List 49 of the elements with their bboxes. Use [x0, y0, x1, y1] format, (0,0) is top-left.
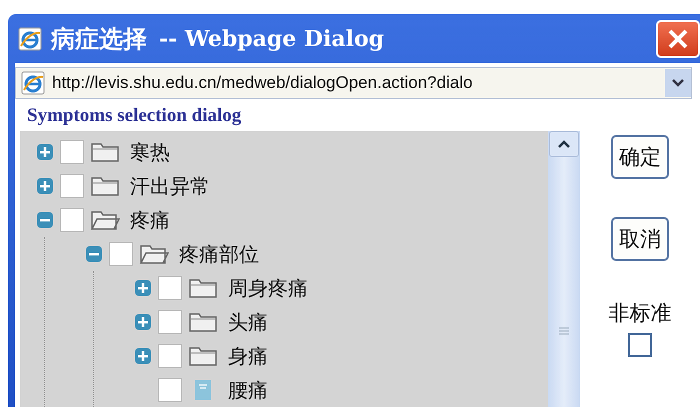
browser-icon [17, 26, 43, 52]
tree-item-label[interactable]: 周身疼痛 [228, 274, 308, 302]
url-text: http://levis.shu.edu.cn/medweb/dialogOpen.action?dialo [52, 73, 473, 93]
scrollbar[interactable] [548, 131, 580, 407]
scroll-up-button[interactable] [549, 131, 579, 157]
dialog-button[interactable]: 取消 [611, 217, 669, 261]
tree-item-label[interactable]: 疼痛 [130, 206, 170, 234]
folder-icon [90, 175, 120, 197]
tree-item-label[interactable]: 寒热 [130, 138, 170, 166]
nonstandard-label: 非标准 [608, 300, 672, 327]
checkbox[interactable] [158, 378, 182, 402]
checkbox[interactable] [109, 242, 133, 266]
dialog-button[interactable]: 确定 [611, 135, 669, 179]
page-icon [20, 70, 46, 96]
checkbox[interactable] [158, 276, 182, 300]
tree-item-label[interactable]: 身痛 [228, 342, 268, 370]
chevron-down-icon [671, 78, 685, 88]
chevron-up-icon [557, 139, 571, 149]
expand-icon[interactable] [134, 347, 152, 365]
checkbox[interactable] [158, 344, 182, 368]
checkbox[interactable] [60, 140, 84, 164]
tree-item-label[interactable]: 腰痛 [228, 376, 268, 404]
tree-item-label[interactable]: 头痛 [228, 308, 268, 336]
expand-icon[interactable] [134, 279, 152, 297]
window-title: 病症选择 [51, 24, 147, 54]
expand-icon[interactable] [36, 143, 54, 161]
checkbox[interactable] [158, 310, 182, 334]
address-bar[interactable]: http://levis.shu.edu.cn/medweb/dialogOpen.action?dialo [15, 67, 692, 99]
scroll-grip-icon [559, 327, 569, 337]
collapse-icon[interactable] [36, 211, 54, 229]
collapse-icon[interactable] [85, 245, 103, 263]
dropdown-button[interactable] [665, 69, 691, 97]
folder-icon [188, 311, 218, 333]
open-folder-icon [90, 209, 120, 231]
folder-icon [188, 345, 218, 367]
close-button[interactable] [656, 20, 700, 58]
folder-icon [90, 141, 120, 163]
expand-icon[interactable] [36, 177, 54, 195]
nonstandard-checkbox[interactable] [628, 333, 652, 357]
checkbox[interactable] [60, 174, 84, 198]
window-title-suffix: -- Webpage Dialog [159, 26, 384, 52]
dialog-heading: Symptoms selection dialog [27, 105, 242, 127]
tree-item-label[interactable]: 汗出异常 [130, 172, 210, 200]
expand-icon[interactable] [134, 313, 152, 331]
folder-icon [188, 277, 218, 299]
open-folder-icon [139, 243, 169, 265]
tree-item-label[interactable]: 疼痛部位 [179, 240, 259, 268]
close-icon [666, 26, 690, 50]
checkbox[interactable] [60, 208, 84, 232]
